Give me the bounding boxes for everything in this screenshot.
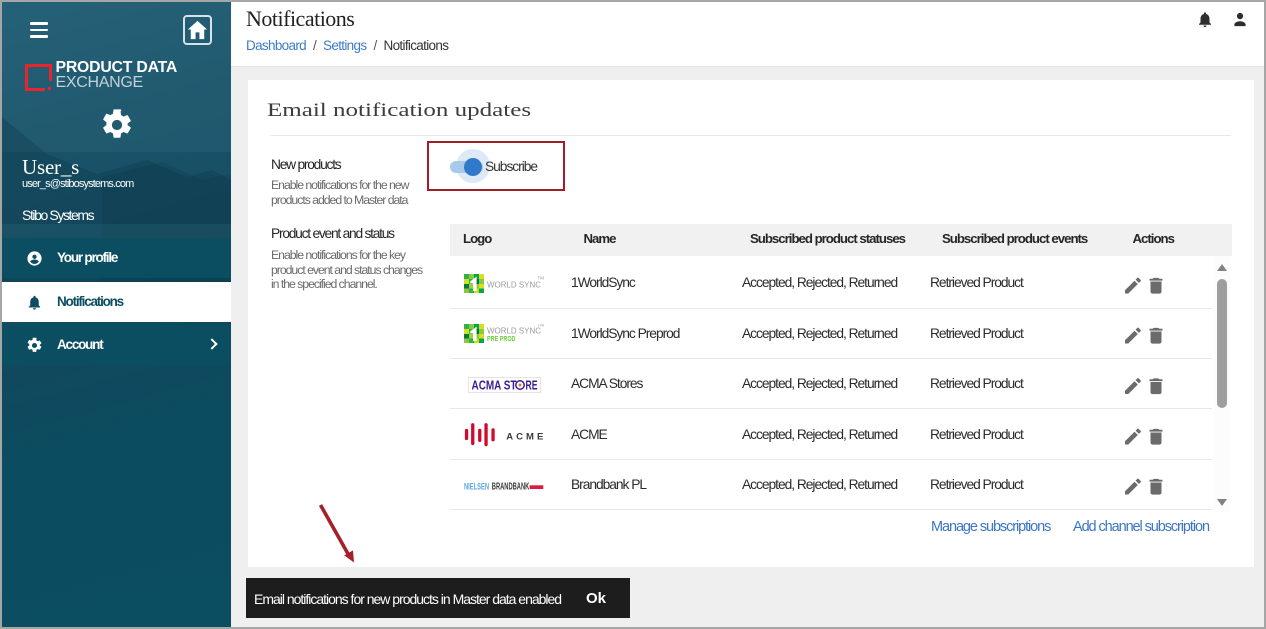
svg-text:BRANDBANK: BRANDBANK [492, 481, 530, 493]
svg-text:RE: RE [526, 378, 538, 392]
svg-text:ACMA ST: ACMA ST [472, 378, 517, 392]
svg-text:NIELSEN: NIELSEN [464, 482, 489, 493]
svg-text:WORLD SYNC: WORLD SYNC [487, 327, 541, 336]
svg-text:ACME: ACME [506, 432, 543, 443]
svg-text:WORLD SYNC: WORLD SYNC [487, 281, 541, 290]
svg-text:TM: TM [538, 324, 545, 328]
svg-text:TM: TM [538, 276, 545, 281]
svg-text:PRE PROD: PRE PROD [487, 336, 516, 343]
